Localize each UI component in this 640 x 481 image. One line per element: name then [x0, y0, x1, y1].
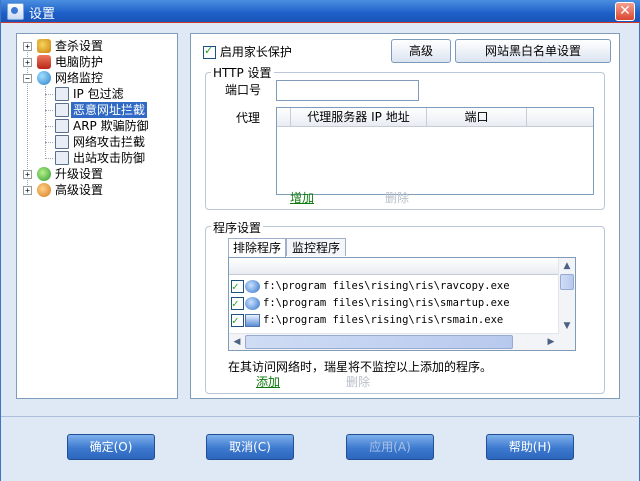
exclude-program-list[interactable]: f:\program files\rising\ris\ravcopy.exe …: [228, 257, 576, 351]
tree-line: [45, 126, 53, 127]
app-shield-icon: [7, 3, 24, 20]
tree-item-label: 网络攻击拦截: [73, 135, 146, 149]
tree-line: [45, 142, 53, 143]
help-button[interactable]: 帮助(H): [486, 434, 574, 460]
url-block-icon: [55, 103, 69, 117]
tree-line: [45, 86, 46, 156]
port-input[interactable]: [276, 80, 419, 101]
port-label: 端口号: [225, 83, 262, 97]
expand-plus-icon[interactable]: +: [23, 42, 32, 51]
program-window-icon: [245, 314, 260, 327]
tree-item-label: 电脑防护: [55, 55, 104, 69]
program-add-link[interactable]: 添加: [256, 373, 280, 390]
tree-item-arp-defense[interactable]: ARP 欺骗防御: [55, 118, 175, 134]
expand-plus-icon[interactable]: +: [23, 58, 32, 67]
vscroll-thumb[interactable]: [560, 274, 574, 290]
program-row-checkbox[interactable]: [231, 278, 244, 295]
tree-item-advanced[interactable]: + 高级设置: [23, 182, 173, 198]
collapse-minus-icon[interactable]: −: [23, 74, 32, 83]
search-shield-icon: [37, 39, 51, 53]
program-path: f:\program files\rising\ris\ravcopy.exe: [263, 280, 510, 292]
outbound-icon: [55, 151, 69, 165]
tree-item-label: 出站攻击防御: [73, 151, 146, 165]
close-button[interactable]: ✕: [615, 2, 635, 21]
settings-panel: 启用家长保护 高级 网站黑白名单设置 HTTP 设置 端口号 代理 代理服务器 …: [190, 33, 620, 399]
window-title: 设置: [29, 7, 56, 22]
proxy-label: 代理: [236, 111, 261, 125]
program-tabs: 排除程序 监控程序: [228, 238, 358, 258]
shield-icon: [37, 55, 51, 69]
hscroll-thumb[interactable]: [245, 335, 513, 349]
tab-monitor-programs[interactable]: 监控程序: [286, 238, 346, 256]
proxy-table-header: 代理服务器 IP 地址 端口: [277, 108, 593, 127]
tree-line: [45, 158, 53, 159]
tree-line: [45, 94, 53, 95]
tree-item-ip-filter[interactable]: IP 包过滤: [55, 86, 175, 102]
program-list-hscrollbar[interactable]: ◀ ▶: [229, 333, 559, 350]
tree-item-scan-settings[interactable]: + 查杀设置: [23, 38, 173, 54]
proxy-col-spacer: [277, 108, 291, 126]
proxy-table[interactable]: 代理服务器 IP 地址 端口: [276, 107, 594, 195]
scroll-right-icon[interactable]: ▶: [543, 334, 559, 350]
cancel-button[interactable]: 取消(C): [206, 434, 294, 460]
tree-item-outbound-defense[interactable]: 出站攻击防御: [55, 150, 175, 166]
program-settings-title: 程序设置: [211, 219, 264, 236]
advanced-button[interactable]: 高级: [391, 39, 451, 63]
parental-protection-label: 启用家长保护: [219, 45, 292, 59]
program-exe-icon: [245, 280, 260, 293]
filter-icon: [55, 87, 69, 101]
tab-exclude-programs[interactable]: 排除程序: [228, 238, 286, 257]
program-row-checkbox[interactable]: [231, 295, 244, 312]
ok-button[interactable]: 确定(O): [67, 434, 155, 460]
settings-tree: + 查杀设置 + 电脑防护 − 网络监控 IP 包过滤 恶意网址拦截 ARP 欺…: [16, 33, 178, 399]
tree-item-upgrade[interactable]: + 升级设置: [23, 166, 173, 182]
program-list-header: [229, 258, 559, 275]
apply-button[interactable]: 应用(A): [346, 434, 434, 460]
program-delete-link[interactable]: 删除: [346, 373, 370, 390]
tree-item-network-monitor[interactable]: − 网络监控: [23, 70, 173, 86]
program-list-vscrollbar[interactable]: ▲ ▼: [558, 258, 575, 334]
tree-item-label: ARP 欺骗防御: [73, 119, 149, 133]
tree-line: [45, 110, 53, 111]
program-row-checkbox[interactable]: [231, 312, 244, 329]
expand-plus-icon[interactable]: +: [23, 186, 32, 195]
program-path: f:\program files\rising\ris\smartup.exe: [263, 297, 510, 309]
blacklist-settings-button[interactable]: 网站黑白名单设置: [455, 39, 611, 63]
tree-item-pc-protection[interactable]: + 电脑防护: [23, 54, 173, 70]
tree-item-label: 网络监控: [55, 71, 104, 85]
parental-protection-checkbox[interactable]: [203, 44, 216, 59]
program-exe-icon: [245, 297, 260, 310]
tree-item-malicious-url[interactable]: 恶意网址拦截: [55, 102, 175, 118]
tree-item-label: 高级设置: [55, 183, 104, 197]
footer-divider: [1, 416, 640, 417]
proxy-col-ip[interactable]: 代理服务器 IP 地址: [291, 108, 427, 126]
advanced-gear-icon: [37, 183, 51, 197]
scroll-left-icon[interactable]: ◀: [229, 334, 245, 350]
tree-item-network-attack[interactable]: 网络攻击拦截: [55, 134, 175, 150]
scroll-up-icon[interactable]: ▲: [559, 258, 575, 274]
settings-window: 设置 ✕ + 查杀设置 + 电脑防护 − 网络监控 IP 包过滤 恶意网址拦截 …: [0, 0, 640, 481]
parental-protection-option[interactable]: 启用家长保护: [203, 43, 292, 60]
http-settings-title: HTTP 设置: [211, 64, 274, 81]
proxy-col-port[interactable]: 端口: [427, 108, 527, 126]
arp-icon: [55, 119, 69, 133]
tree-item-label: IP 包过滤: [73, 87, 124, 101]
title-bar[interactable]: 设置 ✕: [1, 0, 640, 23]
expand-plus-icon[interactable]: +: [23, 170, 32, 179]
scroll-down-icon[interactable]: ▼: [559, 318, 575, 334]
upgrade-icon: [37, 167, 51, 181]
proxy-add-link[interactable]: 增加: [290, 189, 314, 206]
tree-item-label: 升级设置: [55, 167, 104, 181]
size-grip: [559, 334, 575, 350]
tree-item-label: 查杀设置: [55, 39, 104, 53]
globe-icon: [37, 71, 51, 85]
network-attack-icon: [55, 135, 69, 149]
proxy-col-empty: [527, 108, 593, 126]
proxy-delete-link[interactable]: 删除: [385, 189, 409, 206]
tree-item-label-selected: 恶意网址拦截: [71, 102, 148, 118]
program-path: f:\program files\rising\ris\rsmain.exe: [263, 314, 504, 326]
